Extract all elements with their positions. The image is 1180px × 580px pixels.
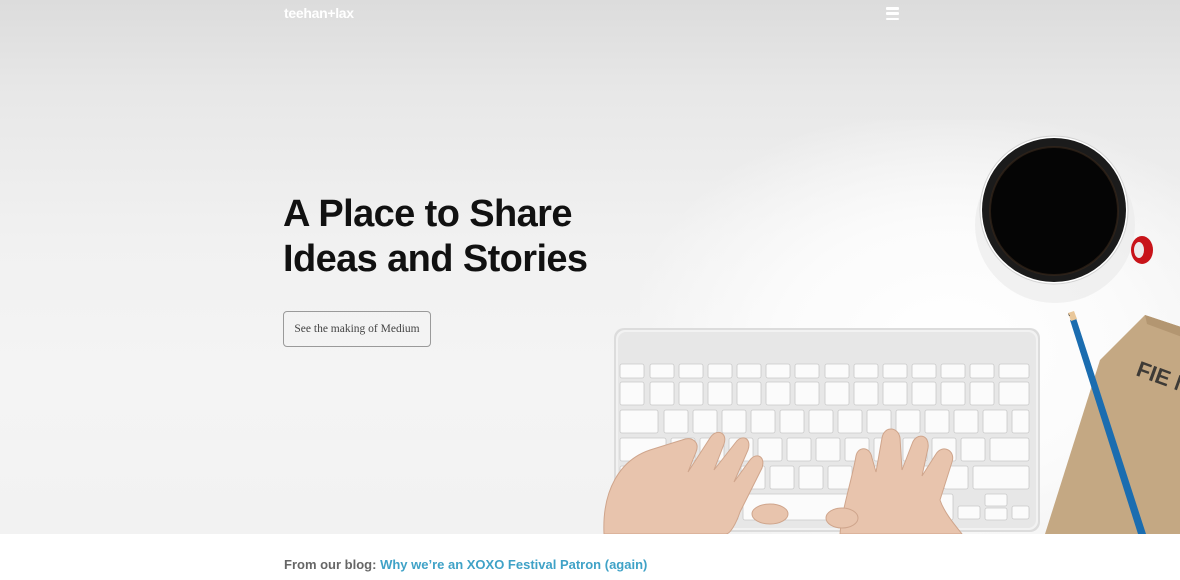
blog-post-link[interactable]: Why we’re an XOXO Festival Patron (again… (380, 557, 647, 572)
hero-headline: A Place to Share Ideas and Stories (283, 192, 643, 282)
hamburger-menu-icon[interactable] (886, 7, 899, 20)
headline-line-1: A Place to Share (283, 193, 572, 235)
site-logo[interactable]: teehan+lax (284, 5, 354, 21)
blog-label: From our blog: (284, 557, 377, 572)
blog-teaser: From our blog: Why we’re an XOXO Festiva… (284, 557, 647, 572)
notebook-icon: FIE NOT (1045, 315, 1180, 534)
coffee-cup-icon (975, 135, 1153, 303)
hero-section: teehan+lax A Place to Share Ideas and St… (0, 0, 1180, 534)
making-of-medium-button[interactable]: See the making of Medium (283, 311, 431, 347)
hero-photo: FIE NOT (603, 135, 1180, 534)
headline-line-2: Ideas and Stories (283, 238, 588, 280)
